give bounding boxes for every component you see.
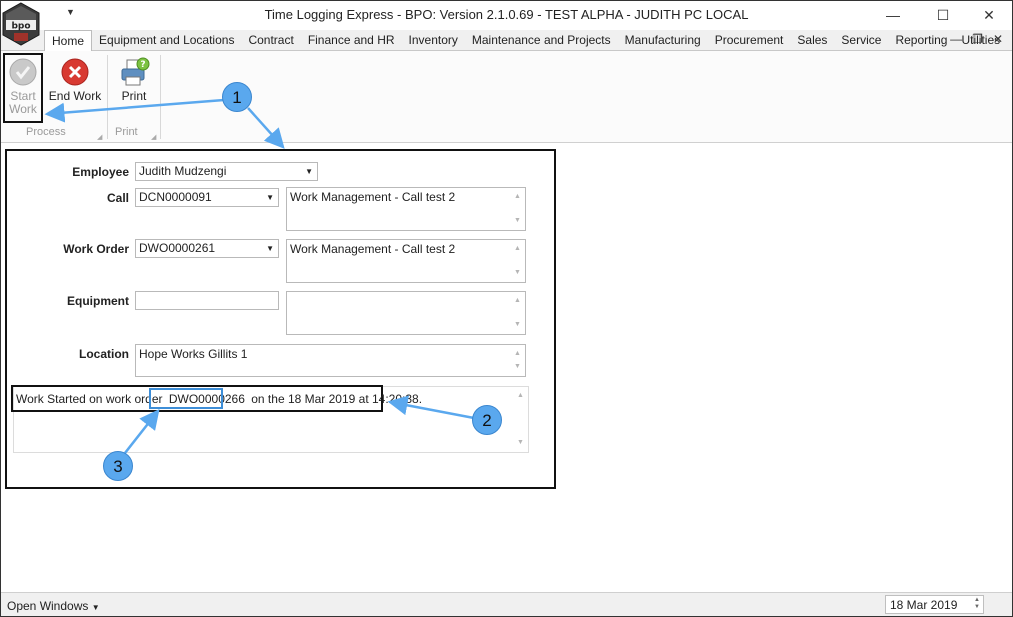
- spinner-arrows-icon[interactable]: ▲ ▼: [974, 597, 980, 611]
- callout-bubble-1: 1: [222, 82, 252, 112]
- callout-bubble-3: 3: [103, 451, 133, 481]
- callout-3-arrow: [124, 409, 160, 454]
- bpo-logo-icon[interactable]: bpo: [2, 2, 40, 46]
- callout-1-arrow-to-start-work: [44, 98, 225, 123]
- date-spinner[interactable]: 18 Mar 2019 ▲ ▼: [885, 595, 984, 614]
- logo-text: bpo: [11, 22, 30, 32]
- callout-1-arrow-to-form: [247, 107, 285, 149]
- callout-arrows: [44, 98, 475, 454]
- callout-bubble-2: 2: [472, 405, 502, 435]
- date-value: 18 Mar 2019: [890, 598, 958, 612]
- open-windows-label: Open Windows: [7, 599, 89, 613]
- callout-2-arrow: [387, 395, 475, 420]
- open-windows-button[interactable]: Open Windows ▼: [7, 599, 100, 613]
- chevron-down-icon: ▼: [91, 603, 100, 612]
- status-bar: Open Windows ▼: [1, 592, 1012, 616]
